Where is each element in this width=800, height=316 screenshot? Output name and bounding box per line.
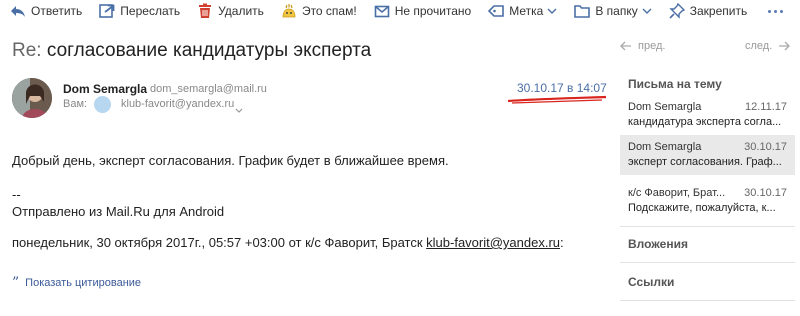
sender-avatar[interactable] [12,78,52,118]
message-date: 30.10.17 в 14:07 [517,81,607,95]
thread-from: Dom Semargla [628,101,702,113]
forward-button[interactable]: Переслать [99,3,180,19]
message-subject: Re: согласование кандидатуры эксперта [12,40,371,62]
forward-label: Переслать [120,4,181,18]
quote-icon: ” [12,275,20,291]
move-to-folder-label: В папку [595,4,638,18]
prev-label: пред. [638,40,666,52]
body-signature: Отправлено из Mail.Ru для Android [12,204,225,219]
prev-message-link[interactable]: пред. [620,40,665,52]
thread-date: 12.11.17 [744,101,787,113]
mark-unread-button[interactable]: Не прочитано [374,3,472,19]
subject-text: согласование кандидатуры эксперта [46,40,372,61]
recipient-avatar [94,96,111,113]
tag-icon [488,3,505,19]
reply-button[interactable]: Ответить [10,3,82,19]
panel-divider [620,226,795,227]
sender-email[interactable]: dom_semargla@mail.ru [150,83,267,95]
pin-button[interactable]: Закрепить [669,3,747,19]
thread-item[interactable]: Dom Semargla 12.11.17 кандидатура эксперт… [620,95,795,135]
spam-icon [281,3,297,19]
spam-button[interactable]: Это спам! [281,3,357,19]
thread-from: к/с Фаворит, Брат... [628,187,726,199]
recipient-label: Вам: [63,98,88,110]
show-quote-label: Показать цитирование [25,277,142,289]
panel-divider [620,300,795,301]
signature-separator: -- [12,187,21,202]
delete-button[interactable]: Удалить [197,3,264,19]
reply-label: Ответить [31,4,83,18]
spam-label: Это спам! [301,4,357,18]
thread-item[interactable]: к/с Фаворит, Брат... 30.10.17 Подскажите,… [620,181,795,221]
next-message-link[interactable]: след. [745,40,791,52]
mark-unread-label: Не прочитано [394,4,472,18]
red-underline-annotation [507,95,607,104]
delete-label: Удалить [218,4,264,18]
subject-prefix: Re: [12,40,42,61]
thread-subject: эксперт согласования. Граф... [628,156,782,168]
arrow-left-icon [620,41,631,51]
thread-heading: Письма на тему [628,77,722,91]
links-heading[interactable]: Ссылки [628,275,674,289]
tag-label: Метка [509,4,544,18]
tag-dropdown[interactable]: Метка [488,3,557,19]
folder-icon [574,3,591,19]
arrow-right-icon [779,41,791,51]
recipients-expand-chevron-icon[interactable] [235,100,243,118]
thread-date: 30.10.17 [744,187,787,199]
quote-header-suffix: : [560,235,564,250]
thread-date: 30.10.17 [744,141,787,153]
quote-header-text: понедельник, 30 октября 2017г., 05:57 +0… [12,235,427,250]
recipient-email[interactable]: klub-favorit@yandex.ru [121,98,234,110]
chevron-down-icon [642,8,652,14]
pin-icon [669,3,685,19]
thread-subject: Подскажите, пожалуйста, к... [628,202,776,214]
more-dots-icon[interactable] [768,9,784,13]
thread-item-active[interactable]: Dom Semargla 30.10.17 эксперт согласовани… [620,135,795,175]
attachments-heading[interactable]: Вложения [628,237,688,251]
sender-name[interactable]: Dom Semargla [63,82,147,96]
thread-from: Dom Semargla [628,141,702,153]
panel-divider [620,262,795,263]
pin-label: Закрепить [689,4,748,18]
unread-icon [374,3,390,19]
quote-header-email-link[interactable]: klub-favorit@yandex.ru [426,235,560,250]
reply-icon [10,3,26,19]
next-label: след. [745,40,773,52]
move-to-folder-dropdown[interactable]: В папку [574,3,652,19]
message-toolbar: Ответить Переслать Удалить Это спам! Не … [0,0,800,22]
quote-header: понедельник, 30 октября 2017г., 05:57 +0… [12,235,564,250]
forward-icon [99,3,115,19]
chevron-down-icon [547,8,557,14]
body-greeting: Добрый день, эксперт согласования. Графи… [12,153,449,168]
show-quote-link[interactable]: ” Показать цитирование [12,275,142,291]
thread-subject: кандидатура эксперта согла... [628,116,782,128]
trash-icon [197,3,213,19]
